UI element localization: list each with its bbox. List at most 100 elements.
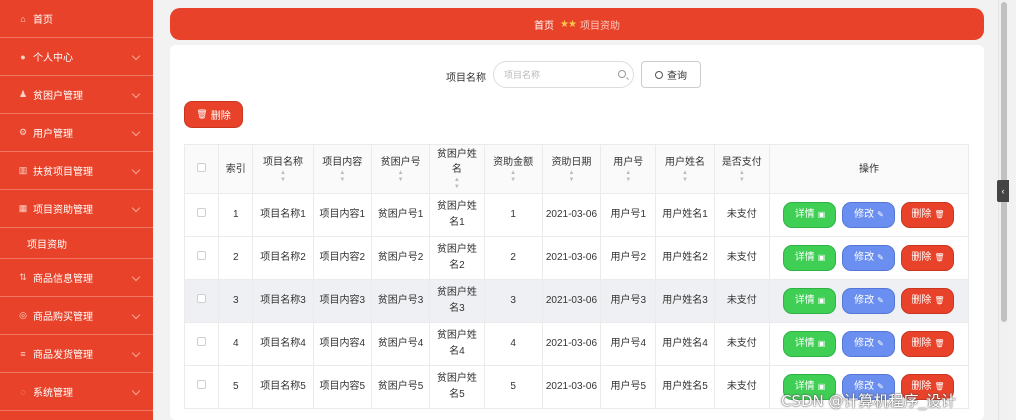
row-select-cell bbox=[183, 279, 220, 323]
row-checkbox[interactable] bbox=[197, 380, 207, 389]
column-header[interactable]: 是否支付 ▲ ▼ bbox=[713, 144, 770, 194]
chevron-down-icon bbox=[131, 51, 141, 61]
content-panel: 项目名称 查询 🗑 删除 索引 项目名称 ▲▼ 项目内容 ▲▼ 贫困户号 ▲▼ 贫困户姓名 ▲▼… bbox=[170, 45, 984, 420]
pencil-icon: ✎ bbox=[877, 253, 884, 262]
delete-button[interactable]: 删除 🗑 bbox=[901, 288, 955, 314]
sidebar-item-label: 用户管理 bbox=[33, 129, 73, 140]
cell-household-name: 贫困户姓名5 bbox=[429, 365, 485, 409]
column-header-label: 是否支付 bbox=[721, 156, 762, 168]
sidebar-item-8[interactable]: ≡ 商品发货管理 bbox=[0, 335, 153, 373]
table-row[interactable]: 2 项目名称2 项目内容2 贫困户号2 贫困户姓名2 2 2021-03-06 用户号2 用户姓… bbox=[183, 236, 970, 280]
column-header[interactable]: 用户号 ▲ ▼ bbox=[600, 144, 657, 194]
edit-button[interactable]: 修改 ✎ bbox=[842, 202, 896, 228]
sort-icon[interactable]: ▲ ▼ bbox=[487, 170, 540, 184]
cell-user-no: 用户号5 bbox=[600, 365, 657, 409]
scrollbar[interactable] bbox=[998, 0, 1008, 420]
sidebar-item-label: 首页 bbox=[33, 15, 53, 26]
cell-household-no: 贫困户号1 bbox=[370, 193, 431, 237]
column-header-label: 项目名称 bbox=[262, 156, 303, 168]
sort-icon[interactable]: ▲ ▼ bbox=[374, 170, 427, 184]
row-select-cell bbox=[183, 365, 220, 409]
delete-button[interactable]: 删除 🗑 bbox=[901, 331, 955, 357]
row-checkbox[interactable] bbox=[197, 208, 207, 217]
people-icon: ♟ bbox=[18, 89, 28, 99]
column-header-label: 操作 bbox=[858, 163, 879, 175]
detail-button-label: 详情 bbox=[794, 252, 815, 263]
sort-icon[interactable]: ▲ ▼ bbox=[316, 170, 369, 184]
column-header[interactable]: 项目内容 ▲ ▼ bbox=[312, 144, 372, 194]
row-checkbox[interactable] bbox=[197, 294, 207, 303]
delete-button[interactable]: 删除 🗑 bbox=[901, 245, 955, 271]
detail-button[interactable]: 详情 ▣ bbox=[783, 202, 837, 228]
cell-paid: 未支付 bbox=[713, 193, 770, 237]
sidebar-item-3[interactable]: ⚙ 用户管理 bbox=[0, 114, 153, 152]
edit-button[interactable]: 修改 ✎ bbox=[842, 288, 896, 314]
column-header[interactable]: 资助日期 ▲ ▼ bbox=[541, 144, 602, 194]
breadcrumb-home[interactable]: 首页 bbox=[534, 17, 554, 32]
grid-icon: ▦ bbox=[18, 203, 28, 213]
cell-amount: 3 bbox=[483, 279, 543, 323]
sidebar-item-7[interactable]: ◎ 商品购买管理 bbox=[0, 297, 153, 335]
sort-icon[interactable]: ▲ ▼ bbox=[658, 170, 711, 184]
sort-icon[interactable]: ▲ ▼ bbox=[717, 170, 767, 184]
cell-content: 项目内容5 bbox=[312, 365, 372, 409]
column-header[interactable]: 资助金额 ▲ ▼ bbox=[483, 144, 543, 194]
detail-button[interactable]: 详情 ▣ bbox=[783, 288, 837, 314]
cell-amount: 1 bbox=[483, 193, 543, 237]
search-bar: 项目名称 查询 bbox=[170, 61, 984, 88]
sidebar-item-5[interactable]: ▦ 项目资助管理 bbox=[0, 190, 153, 228]
cell-content: 项目内容2 bbox=[312, 236, 372, 280]
chevron-down-icon bbox=[131, 165, 141, 175]
sort-icon[interactable]: ▲ ▼ bbox=[432, 177, 481, 191]
collapse-arrow-icon[interactable]: ‹ bbox=[997, 180, 1009, 202]
sidebar-item-label: 商品信息管理 bbox=[33, 274, 93, 285]
table-row[interactable]: 1 项目名称1 项目内容1 贫困户号1 贫困户姓名1 1 2021-03-06 用户号1 用户姓… bbox=[183, 193, 970, 237]
column-header[interactable]: 操作 bbox=[768, 144, 970, 194]
detail-button-label: 详情 bbox=[794, 295, 815, 306]
settings-icon: ◌ bbox=[20, 386, 26, 397]
sidebar-item-0[interactable]: ⌂ 首页 bbox=[0, 0, 153, 38]
delete-button[interactable]: 删除 🗑 bbox=[901, 202, 955, 228]
column-header[interactable]: 贫困户姓名 ▲ ▼ bbox=[429, 144, 485, 194]
sidebar-item-9[interactable]: ◌ 系统管理 bbox=[0, 373, 153, 411]
sidebar-item-label: 项目资助管理 bbox=[33, 205, 93, 216]
star-icon: ★★ bbox=[560, 18, 577, 30]
row-checkbox[interactable] bbox=[197, 337, 207, 346]
detail-button[interactable]: 详情 ▣ bbox=[783, 331, 837, 357]
row-checkbox[interactable] bbox=[197, 251, 207, 260]
batch-delete-button[interactable]: 🗑 删除 bbox=[184, 101, 243, 128]
column-header[interactable]: 贫困户号 ▲ ▼ bbox=[370, 144, 431, 194]
sort-icon[interactable]: ▲ ▼ bbox=[603, 170, 653, 184]
sort-icon[interactable]: ▲ ▼ bbox=[545, 170, 598, 184]
scrollbar-thumb[interactable] bbox=[1001, 2, 1007, 322]
search-icon bbox=[655, 70, 663, 79]
cart-icon: ◎ bbox=[19, 310, 27, 320]
table-row[interactable]: 3 项目名称3 项目内容3 贫困户号3 贫困户姓名3 3 2021-03-06 用户号3 用户姓… bbox=[183, 279, 970, 323]
sidebar-item-2[interactable]: ♟ 贫困户管理 bbox=[0, 76, 153, 114]
cell-user-name: 用户姓名5 bbox=[655, 365, 715, 409]
query-button[interactable]: 查询 bbox=[641, 61, 701, 88]
edit-button[interactable]: 修改 ✎ bbox=[842, 331, 896, 357]
cell-index: 1 bbox=[218, 193, 254, 237]
sidebar-item-label: 个人中心 bbox=[33, 53, 73, 64]
sidebar-item-label: 贫困户管理 bbox=[33, 91, 83, 102]
column-header[interactable]: 项目名称 ▲ ▼ bbox=[252, 144, 314, 194]
link-icon: ⇅ bbox=[19, 272, 27, 282]
document-icon: ▣ bbox=[817, 296, 826, 305]
column-header[interactable]: 索引 bbox=[218, 144, 254, 194]
sort-icon[interactable]: ▲ ▼ bbox=[255, 170, 310, 184]
edit-button[interactable]: 修改 ✎ bbox=[842, 245, 896, 271]
detail-button[interactable]: 详情 ▣ bbox=[783, 245, 837, 271]
sidebar-subitem[interactable]: 项目资助 bbox=[0, 228, 153, 259]
sidebar-item-1[interactable]: ● 个人中心 bbox=[0, 38, 153, 76]
row-actions: 详情 ▣ 修改 ✎ 删除 🗑 bbox=[768, 193, 970, 237]
column-header[interactable]: 用户姓名 ▲ ▼ bbox=[655, 144, 715, 194]
chevron-down-icon bbox=[131, 348, 141, 358]
sidebar-item-6[interactable]: ⇅ 商品信息管理 bbox=[0, 259, 153, 297]
sidebar-item-label: 系统管理 bbox=[33, 388, 73, 399]
search-input[interactable] bbox=[493, 61, 634, 88]
table-row[interactable]: 4 项目名称4 项目内容4 贫困户号4 贫困户姓名4 4 2021-03-06 用户号4 用户姓… bbox=[183, 322, 970, 366]
sidebar-item-4[interactable]: ▥ 扶贫项目管理 bbox=[0, 152, 153, 190]
search-icon bbox=[618, 70, 626, 78]
select-all-checkbox[interactable] bbox=[197, 162, 207, 172]
